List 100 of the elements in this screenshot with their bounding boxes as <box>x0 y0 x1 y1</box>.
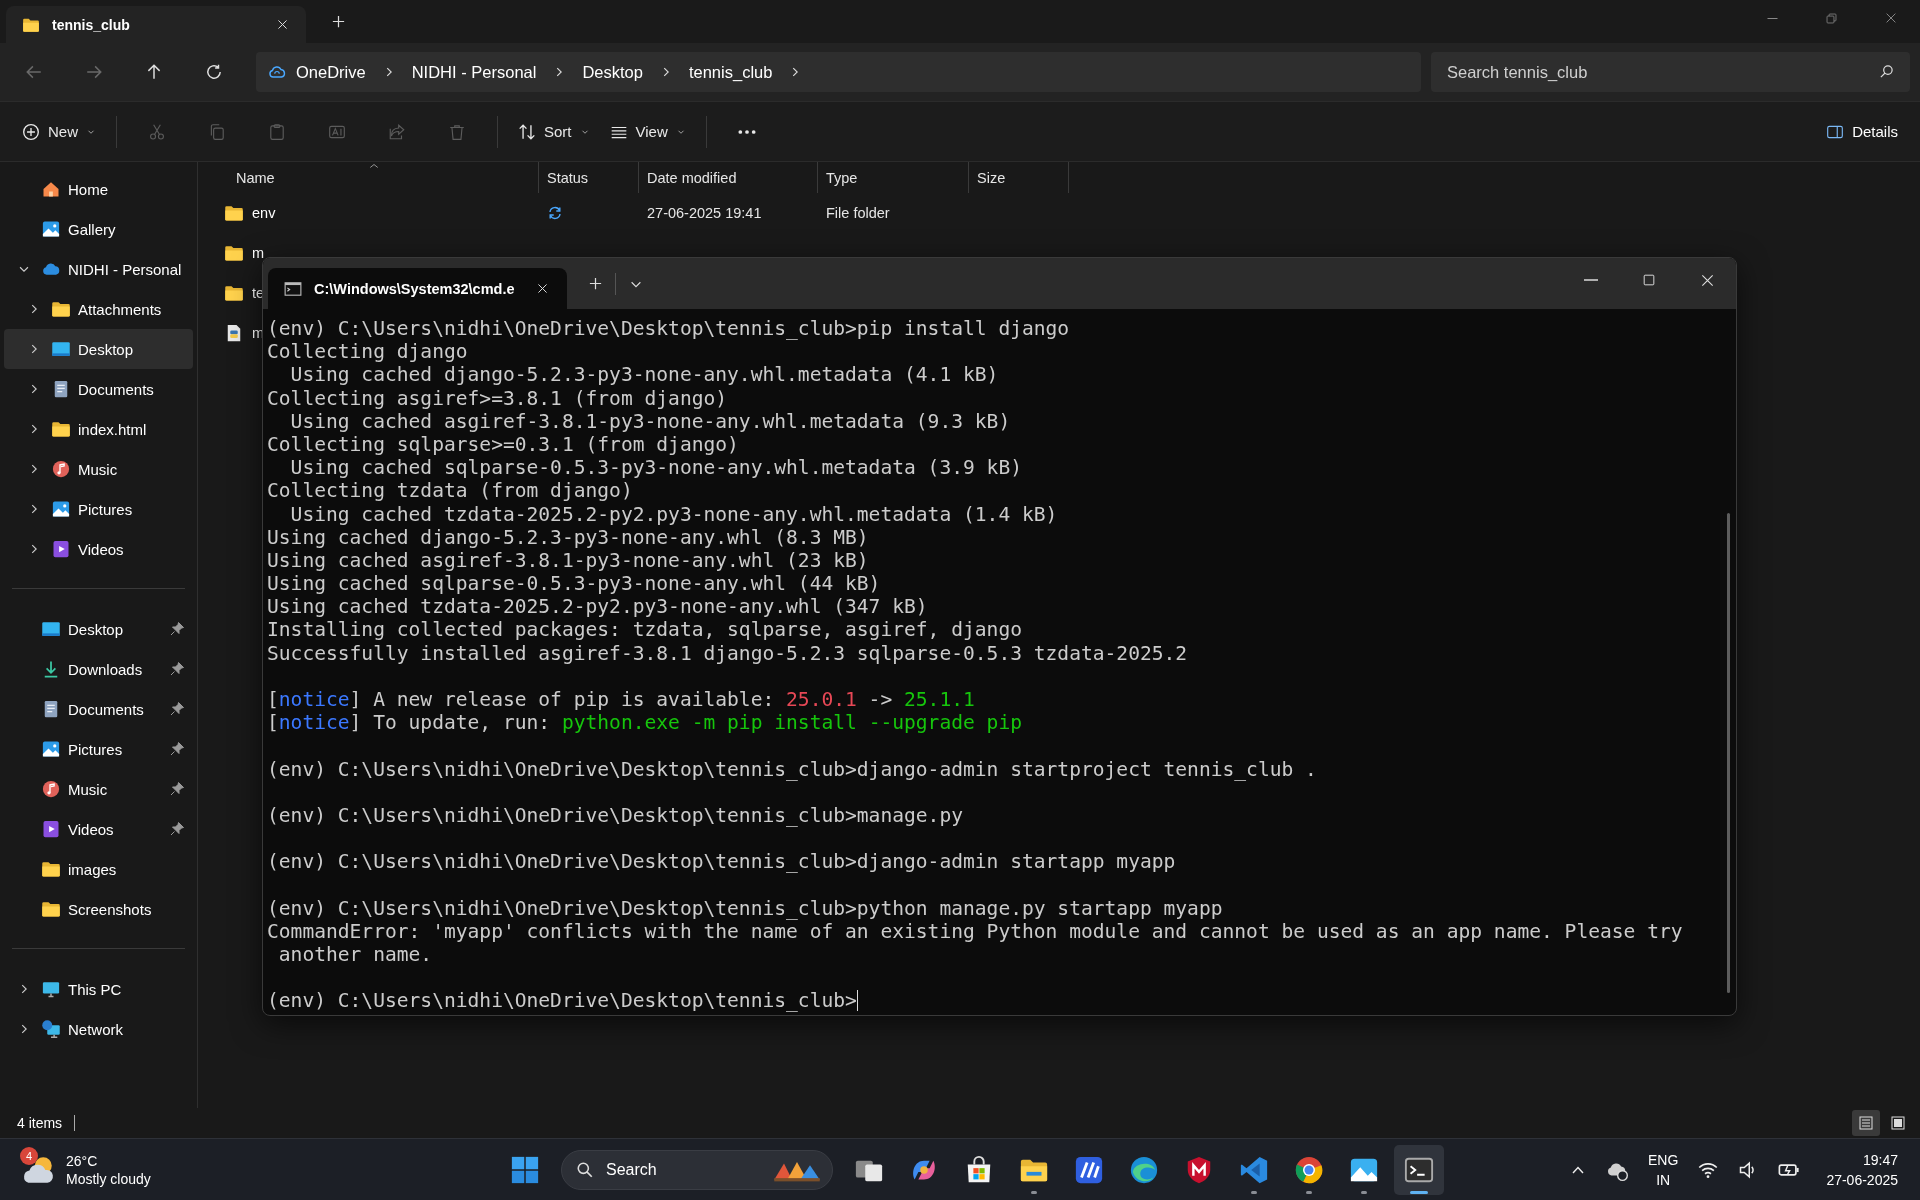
terminal-line: Collecting asgiref>=3.8.1 (from django) <box>267 386 728 410</box>
folder-icon <box>224 283 244 303</box>
video-icon <box>41 819 61 839</box>
column-header[interactable]: Status <box>539 162 639 193</box>
desktop-icon <box>51 339 71 359</box>
terminal-line: (env) C:\Users\nidhi\OneDrive\Desktop\tennis_club>manage.py <box>267 803 963 828</box>
large-icons-view-icon <box>1890 1115 1906 1131</box>
details-view-button[interactable] <box>1852 1110 1880 1136</box>
scrollbar[interactable] <box>1727 513 1730 993</box>
sidebar-item[interactable]: Videos <box>4 809 193 849</box>
terminal-line: another name. <box>277 943 433 967</box>
sort-button[interactable]: Sort <box>508 111 600 152</box>
breadcrumb-item[interactable]: OneDrive <box>286 57 376 87</box>
window-tab[interactable]: tennis_club <box>6 6 306 43</box>
minimize-icon <box>1766 17 1779 19</box>
temperature: 26°C <box>66 1151 99 1170</box>
terminal-line: (env) C:\Users\nidhi\OneDrive\Desktop\tennis_club>pip install django <box>267 317 1070 341</box>
terminal-line: CommandError: 'myapp' conflicts with the name of an existing Python module and cannot be used as an app name. Please try <box>267 919 1683 944</box>
sidebar-item[interactable]: Music <box>4 449 193 489</box>
music-note-icon <box>51 459 71 479</box>
folder-icon <box>41 859 61 879</box>
terminal-line: Collecting tzdata (from django) <box>267 479 633 503</box>
terminal-line: (env) C:\Users\nidhi\OneDrive\Desktop\tennis_club>python manage.py startapp myapp <box>267 896 1223 920</box>
sidebar-item[interactable]: Music <box>4 769 193 809</box>
folder-icon <box>51 419 71 439</box>
clock-date[interactable]: 27-06-2025 <box>1826 1169 1898 1190</box>
terminal-icon <box>1404 1155 1434 1185</box>
sidebar-item[interactable]: Home <box>4 169 193 209</box>
sidebar-item[interactable]: Documents <box>4 689 193 729</box>
wave-icon <box>1129 1155 1159 1185</box>
sidebar-item[interactable]: Videos <box>4 529 193 569</box>
sidebar-item[interactable]: images <box>4 849 193 889</box>
close-icon <box>275 18 289 31</box>
folder-icon <box>51 299 71 319</box>
ring-icon <box>1294 1155 1324 1185</box>
column-header[interactable]: Type <box>818 162 969 193</box>
search-field[interactable]: Search tennis_club <box>1431 52 1910 92</box>
search-icon <box>1879 64 1894 79</box>
terminal-line: [notice] To update, run: python.exe -m pip install --upgrade pip <box>267 711 1022 735</box>
windows-icon <box>510 1155 540 1185</box>
terminal-line: Collecting django <box>267 340 468 364</box>
app-icon <box>1074 1155 1104 1185</box>
column-header[interactable]: Name <box>198 162 539 193</box>
terminal-line: Using cached asgiref-3.8.1-py3-none-any.whl (23 kB) <box>267 548 869 573</box>
sidebar-item[interactable]: Desktop <box>4 329 193 369</box>
sidebar-item[interactable]: Downloads <box>4 649 193 689</box>
taskbar-search[interactable]: Search <box>561 1150 833 1190</box>
terminal-line: Successfully installed asgiref-3.8.1 django-5.2.3 sqlparse-0.5.3 tzdata-2025.2 <box>267 641 1188 665</box>
search-icon <box>576 1161 594 1179</box>
new-button[interactable]: New <box>12 111 106 152</box>
details-view-icon <box>1858 1115 1874 1131</box>
sidebar-item[interactable]: NIDHI - Personal <box>4 249 193 289</box>
folder-icon <box>224 203 244 223</box>
terminal-line: (env) C:\Users\nidhi\OneDrive\Desktop\tennis_club> <box>267 989 857 1013</box>
terminal-line: Using cached tzdata-2025.2-py2.py3-none-any.whl (347 kB) <box>267 595 928 619</box>
address-bar[interactable]: OneDrive NIDHI - Personal Desktop tennis_club <box>256 52 1421 92</box>
terminal-line: [notice] A new release of pip is available: 25.0.1 -> 25.1.1 <box>267 688 975 712</box>
maximize-icon <box>1642 273 1656 287</box>
column-header[interactable]: Size <box>969 162 1069 193</box>
breadcrumb-item[interactable]: Desktop <box>572 57 653 87</box>
sidebar-item[interactable]: Pictures <box>4 729 193 769</box>
sidebar-item[interactable]: Network <box>4 1009 193 1049</box>
sidebar-item[interactable]: Attachments <box>4 289 193 329</box>
terminal-line: Using cached tzdata-2025.2-py2.py3-none-any.whl.metadata (1.4 kB) <box>289 502 1058 526</box>
close-icon <box>1699 272 1715 288</box>
folder-icon <box>224 243 244 263</box>
terminal-tab[interactable]: C:\Windows\System32\cmd.e <box>268 268 567 309</box>
file-name[interactable]: m <box>198 233 265 273</box>
minimize-icon <box>1584 279 1598 281</box>
terminal-line: Collecting sqlparse>=0.3.1 (from django) <box>267 432 739 457</box>
file-name[interactable]: env <box>198 193 276 233</box>
terminal-line: Using cached asgiref-3.8.1-py3-none-any.whl.metadata (9.3 kB) <box>289 409 1011 433</box>
folder-icon <box>41 899 61 919</box>
terminal-line: Using cached sqlparse-0.5.3-py3-none-any.whl.metadata (3.9 kB) <box>289 456 1022 480</box>
network-icon <box>41 1019 61 1039</box>
column-header[interactable]: Date modified <box>639 162 818 193</box>
sidebar-item[interactable]: Pictures <box>4 489 193 529</box>
breadcrumb-item[interactable]: NIDHI - Personal <box>401 57 547 87</box>
plus-icon <box>587 276 603 291</box>
notification-badge: 4 <box>20 1146 38 1165</box>
sidebar-item[interactable]: Gallery <box>4 209 193 249</box>
details-button[interactable]: Details <box>1816 111 1908 152</box>
language-code[interactable]: ENG <box>1648 1149 1679 1170</box>
sidebar-item[interactable]: This PC <box>4 969 193 1009</box>
taskbar-app[interactable] <box>1394 1145 1444 1195</box>
breadcrumb-item[interactable]: tennis_club <box>678 57 783 87</box>
sidebar-item[interactable]: index.html <box>4 409 193 449</box>
code-editor-icon <box>1239 1155 1269 1185</box>
clock-time[interactable]: 19:47 <box>1862 1149 1898 1170</box>
music-note-icon <box>41 779 61 799</box>
sidebar-item[interactable]: Screenshots <box>4 889 193 929</box>
terminal-line: (env) C:\Users\nidhi\OneDrive\Desktop\tennis_club>django-admin startapp myapp <box>267 850 1176 874</box>
terminal-line: Using cached sqlparse-0.5.3-py3-none-any.whl (44 kB) <box>267 572 881 596</box>
region-code[interactable]: IN <box>1656 1169 1671 1190</box>
file-type: File folder <box>826 205 890 221</box>
terminal-line: Using cached django-5.2.3-py3-none-any.whl (8.3 MB) <box>267 525 869 549</box>
view-button[interactable]: View <box>599 111 696 152</box>
sidebar-item[interactable]: Documents <box>4 369 193 409</box>
close-icon <box>535 282 549 295</box>
sidebar-item[interactable]: Desktop <box>4 609 193 649</box>
